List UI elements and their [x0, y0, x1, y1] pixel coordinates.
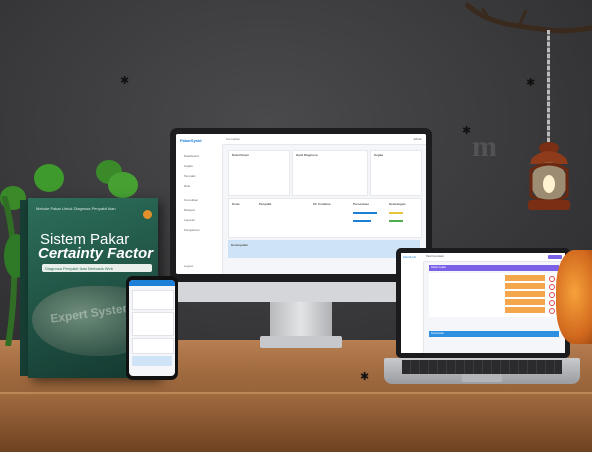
phone-topbar: [129, 280, 175, 286]
page-title: Konsultasi: [226, 137, 240, 141]
sidebar-item-dashboard[interactable]: Dashboard: [184, 154, 199, 158]
section-header: Daftar Gejala: [429, 265, 559, 271]
symptom-list: [429, 273, 559, 317]
watermark: m: [472, 130, 497, 163]
table-header-penyakit: Penyakit: [259, 202, 272, 206]
card-header: Data Pasien: [232, 153, 250, 157]
status-badge: [389, 220, 403, 222]
table-header-persen: Persentase: [353, 202, 370, 206]
smartphone: [126, 276, 178, 380]
plant-head-icon: [108, 172, 138, 198]
laptop: PakarSysId Hasil Konsultasi Daftar Gejal…: [396, 248, 570, 358]
book-subtitle: Diagnosa Penyakit Ikan Berbasis Web: [45, 266, 113, 271]
sidebar-item-konsultasi[interactable]: Konsultasi: [184, 198, 198, 202]
desk-front-edge: [0, 392, 592, 452]
cf-bar: [505, 307, 545, 313]
lantern-icon: [528, 142, 570, 210]
sidebar-item-penyakit[interactable]: Penyakit: [184, 174, 196, 178]
plant-head-icon: [34, 164, 64, 192]
card-patient: Data Pasien: [228, 150, 290, 196]
delete-icon[interactable]: [549, 292, 555, 298]
info-box: Kesimpulan: [228, 240, 420, 258]
conclusion-label: Kesimpulan: [431, 332, 445, 335]
spider-icon: ✱: [462, 125, 472, 137]
card-header: Gejala: [374, 153, 384, 157]
spider-icon: ✱: [120, 75, 130, 87]
progress-bar: [353, 220, 371, 222]
desktop-monitor: PakarSysId Dashboard Gejala Penyakit Rul…: [170, 128, 432, 282]
monitor-chin: [170, 282, 432, 302]
delete-icon[interactable]: [549, 276, 555, 282]
page-title: Hasil Konsultasi: [426, 255, 444, 258]
sidebar-item-gejala[interactable]: Gejala: [184, 164, 193, 168]
laptop-keyboard: [402, 360, 562, 374]
tree-branch: [464, 2, 592, 34]
conclusion-bar: Kesimpulan: [429, 331, 559, 337]
delete-icon[interactable]: [549, 300, 555, 306]
sidebar-item-rule[interactable]: Rule: [184, 184, 190, 188]
pumpkin: [556, 250, 592, 344]
laptop-topbar: Hasil Konsultasi: [423, 253, 565, 262]
phone-info-box: [132, 356, 172, 366]
app-brand: PakarSysId: [180, 138, 202, 143]
progress-bar: [353, 212, 377, 214]
app-brand: PakarSysId: [403, 256, 416, 259]
sidebar-item-riwayat[interactable]: Riwayat: [184, 208, 195, 212]
sidebar: PakarSysId Dashboard Gejala Penyakit Rul…: [176, 134, 223, 274]
delete-icon[interactable]: [549, 284, 555, 290]
lantern-chain: [547, 30, 550, 142]
spider-icon: ✱: [360, 371, 370, 383]
table-header-cf: CF Combine: [313, 202, 331, 206]
book-logo-icon: [143, 210, 152, 219]
user-menu[interactable]: Admin: [413, 137, 422, 141]
cf-bar: [505, 283, 545, 289]
card-result: Hasil Diagnosa: [292, 150, 368, 196]
table-header-kode: Kode: [232, 202, 240, 206]
phone-card: [132, 338, 174, 354]
cf-bar: [505, 299, 545, 305]
laptop-sidebar: PakarSysId: [401, 253, 424, 353]
sidebar-item-logout[interactable]: Logout: [184, 264, 193, 268]
laptop-trackpad: [462, 374, 502, 382]
monitor-foot: [260, 336, 342, 348]
spider-icon: ✱: [526, 77, 536, 89]
sidebar-item-laporan[interactable]: Laporan: [184, 218, 195, 222]
book-headline: Metode Pakar Untuk Diagnosa Penyakit Ika…: [36, 206, 116, 211]
action-button[interactable]: [548, 255, 562, 259]
section-label: Daftar Gejala: [431, 266, 446, 269]
table-header-ket: Keterangan: [389, 202, 406, 206]
delete-icon[interactable]: [549, 308, 555, 314]
sidebar-item-pengaturan[interactable]: Pengaturan: [184, 228, 200, 232]
cf-bar: [505, 291, 545, 297]
monitor-screen: PakarSysId Dashboard Gejala Penyakit Rul…: [176, 134, 426, 274]
laptop-screen: PakarSysId Hasil Konsultasi Daftar Gejal…: [401, 253, 565, 353]
status-badge: [389, 212, 403, 214]
result-table: Kode Penyakit CF Combine Persentase Kete…: [228, 198, 422, 238]
card-header: Hasil Diagnosa: [296, 153, 318, 157]
phone-card: [132, 290, 174, 310]
book-title-line2: Certainty Factor: [38, 245, 154, 262]
card-symptoms: Gejala: [370, 150, 422, 196]
topbar: Konsultasi Admin: [222, 134, 426, 145]
phone-screen: [129, 280, 175, 376]
desk-edge-highlight: [0, 392, 592, 394]
cf-bar: [505, 275, 545, 281]
info-text: Kesimpulan: [231, 243, 249, 247]
phone-card: [132, 312, 174, 336]
